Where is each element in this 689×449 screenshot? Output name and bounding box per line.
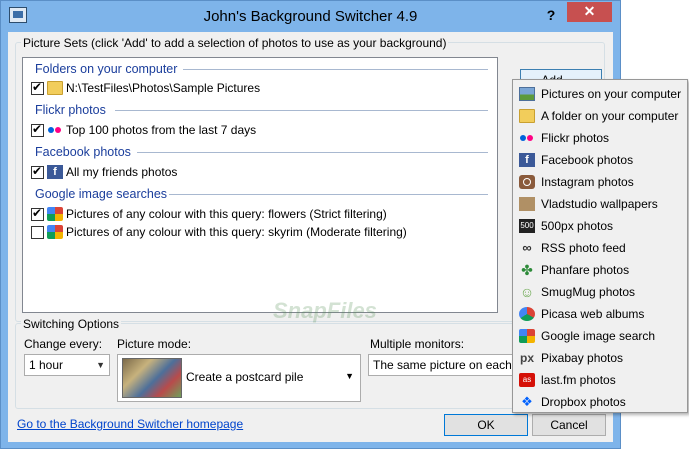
menu-item-folder[interactable]: A folder on your computer bbox=[515, 105, 685, 127]
menu-item-smugmug[interactable]: ☺ SmugMug photos bbox=[515, 281, 685, 303]
chevron-down-icon: ▼ bbox=[96, 360, 105, 370]
menu-item-google[interactable]: Google image search bbox=[515, 325, 685, 347]
homepage-link[interactable]: Go to the Background Switcher homepage bbox=[17, 417, 243, 431]
window-title: John's Background Switcher 4.9 bbox=[203, 8, 418, 25]
menu-item-500px[interactable]: 500 500px photos bbox=[515, 215, 685, 237]
picture-set-row[interactable]: Pictures of any colour with this query: … bbox=[31, 206, 387, 222]
picture-sets-list[interactable]: Folders on your computer N:\TestFiles\Ph… bbox=[22, 57, 498, 323]
picture-set-row[interactable]: Top 100 photos from the last 7 days bbox=[31, 122, 256, 138]
menu-item-label: RSS photo feed bbox=[541, 241, 626, 255]
multiple-monitors-value: The same picture on each monitor bbox=[373, 358, 517, 372]
picasa-icon bbox=[519, 307, 535, 321]
picture-sets-group-label: Picture Sets (click 'Add' to add a selec… bbox=[21, 36, 449, 50]
google-icon bbox=[47, 225, 63, 239]
instagram-icon bbox=[519, 175, 535, 189]
vladstudio-icon bbox=[519, 197, 535, 211]
picture-set-checkbox[interactable] bbox=[31, 225, 44, 239]
chevron-down-icon: ▼ bbox=[345, 371, 354, 381]
phanfare-icon: ✤ bbox=[521, 262, 533, 278]
menu-item-flickr[interactable]: Flickr photos bbox=[515, 127, 685, 149]
category-facebook: Facebook photos bbox=[35, 145, 131, 159]
menu-item-label: Vladstudio wallpapers bbox=[541, 197, 658, 211]
category-divider bbox=[115, 110, 488, 111]
close-button[interactable]: ✕ bbox=[567, 2, 612, 22]
picture-set-label: Pictures of any colour with this query: … bbox=[66, 225, 407, 239]
change-every-select[interactable]: 1 hour ▼ bbox=[24, 354, 110, 376]
multiple-monitors-label: Multiple monitors: bbox=[370, 337, 465, 351]
google-icon bbox=[519, 329, 535, 343]
menu-item-phanfare[interactable]: ✤ Phanfare photos bbox=[515, 259, 685, 281]
category-divider bbox=[169, 194, 488, 195]
500px-icon: 500 bbox=[519, 219, 535, 233]
menu-item-vladstudio[interactable]: Vladstudio wallpapers bbox=[515, 193, 685, 215]
menu-item-label: Instagram photos bbox=[541, 175, 634, 189]
google-icon bbox=[47, 207, 63, 221]
picture-set-label: Pictures of any colour with this query: … bbox=[66, 207, 387, 221]
category-folders: Folders on your computer bbox=[35, 62, 178, 76]
add-dropdown-menu: Pictures on your computer A folder on yo… bbox=[512, 79, 688, 413]
switching-options-label: Switching Options bbox=[21, 317, 122, 331]
flickr-icon bbox=[519, 131, 535, 145]
menu-item-label: Pictures on your computer bbox=[541, 87, 682, 101]
menu-item-dropbox[interactable]: ❖ Dropbox photos bbox=[515, 391, 685, 413]
picture-set-label: N:\TestFiles\Photos\Sample Pictures bbox=[66, 81, 261, 95]
folder-icon bbox=[519, 109, 535, 123]
facebook-icon: f bbox=[47, 165, 63, 179]
category-google: Google image searches bbox=[35, 187, 168, 201]
category-flickr: Flickr photos bbox=[35, 103, 106, 117]
facebook-icon: f bbox=[519, 153, 535, 167]
menu-item-label: 500px photos bbox=[541, 219, 614, 233]
menu-item-label: A folder on your computer bbox=[541, 109, 679, 123]
picture-set-row[interactable]: N:\TestFiles\Photos\Sample Pictures bbox=[31, 80, 260, 96]
picture-set-row[interactable]: Pictures of any colour with this query: … bbox=[31, 224, 407, 240]
menu-item-lastfm[interactable]: as last.fm photos bbox=[515, 369, 685, 391]
watermark-text: SnapFiles bbox=[273, 298, 377, 323]
picture-set-label: All my friends photos bbox=[66, 165, 178, 179]
smugmug-icon: ☺ bbox=[519, 284, 535, 300]
picture-set-checkbox[interactable] bbox=[31, 206, 44, 221]
dropbox-icon: ❖ bbox=[521, 394, 533, 409]
menu-item-label: Dropbox photos bbox=[541, 395, 626, 409]
category-divider bbox=[137, 152, 488, 153]
menu-item-facebook[interactable]: f Facebook photos bbox=[515, 149, 685, 171]
picture-mode-value: Create a postcard pile bbox=[186, 370, 304, 384]
menu-item-pixabay[interactable]: px Pixabay photos bbox=[515, 347, 685, 369]
menu-item-label: Pixabay photos bbox=[541, 351, 624, 365]
multiple-monitors-select[interactable]: The same picture on each monitor bbox=[368, 354, 518, 376]
change-every-value: 1 hour bbox=[29, 358, 64, 372]
picture-set-checkbox[interactable] bbox=[31, 122, 44, 137]
menu-item-label: Phanfare photos bbox=[541, 263, 630, 277]
picture-set-checkbox[interactable] bbox=[31, 164, 44, 179]
cancel-button[interactable]: Cancel bbox=[532, 414, 606, 436]
picture-mode-select[interactable]: Create a postcard pile ▼ bbox=[117, 354, 361, 402]
rss-icon: ∞ bbox=[522, 240, 532, 255]
lastfm-icon: as bbox=[519, 373, 535, 387]
picture-mode-label: Picture mode: bbox=[117, 337, 192, 351]
pixabay-icon: px bbox=[519, 351, 534, 365]
picture-set-checkbox[interactable] bbox=[31, 80, 44, 95]
menu-item-pictures[interactable]: Pictures on your computer bbox=[515, 83, 685, 105]
picture-set-row[interactable]: f All my friends photos bbox=[31, 164, 177, 180]
postcard-pile-thumbnail bbox=[122, 358, 182, 398]
picture-icon bbox=[519, 87, 535, 101]
menu-item-rss[interactable]: ∞ RSS photo feed bbox=[515, 237, 685, 259]
flickr-icon bbox=[47, 123, 63, 137]
menu-item-label: Flickr photos bbox=[541, 131, 610, 145]
menu-item-label: Facebook photos bbox=[541, 153, 634, 167]
menu-item-label: Google image search bbox=[541, 329, 656, 343]
menu-item-label: Picasa web albums bbox=[541, 307, 645, 321]
category-divider bbox=[183, 69, 488, 70]
folder-icon bbox=[47, 81, 63, 95]
picture-set-label: Top 100 photos from the last 7 days bbox=[66, 123, 257, 137]
title-bar[interactable]: John's Background Switcher 4.9 ? ✕ bbox=[1, 1, 620, 32]
menu-item-label: SmugMug photos bbox=[541, 285, 636, 299]
help-button[interactable]: ? bbox=[541, 5, 561, 25]
menu-item-label: last.fm photos bbox=[541, 373, 616, 387]
change-every-label: Change every: bbox=[24, 337, 103, 351]
menu-item-instagram[interactable]: Instagram photos bbox=[515, 171, 685, 193]
menu-item-picasa[interactable]: Picasa web albums bbox=[515, 303, 685, 325]
ok-button[interactable]: OK bbox=[444, 414, 528, 436]
